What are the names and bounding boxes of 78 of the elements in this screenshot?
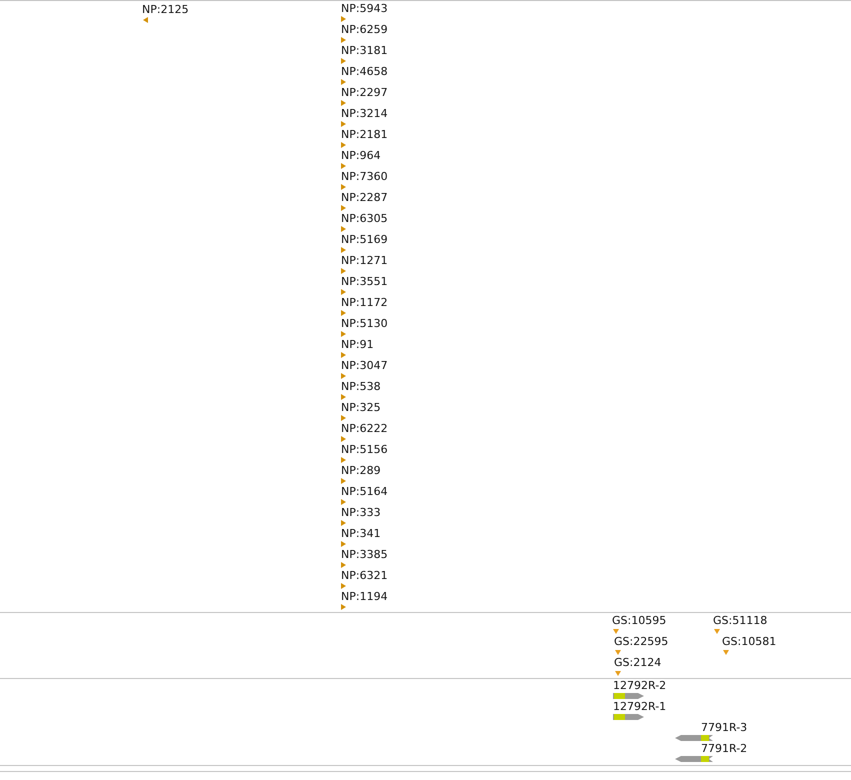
- right-triangle-icon: [341, 100, 346, 106]
- feature-label: NP:2287: [341, 191, 388, 204]
- feature-label: NP:289: [341, 464, 381, 477]
- feature-label: GS:2124: [614, 656, 662, 669]
- feature-label: NP:341: [341, 527, 381, 540]
- feature-label: NP:6321: [341, 569, 388, 582]
- right-triangle-icon: [341, 415, 346, 421]
- right-triangle-icon: [341, 478, 346, 484]
- feature-label: GS:22595: [614, 635, 668, 648]
- feature-label: GS:10595: [612, 614, 666, 627]
- feature-label: NP:6222: [341, 422, 388, 435]
- feature-label: NP:5164: [341, 485, 388, 498]
- feature-label: NP:4658: [341, 65, 388, 78]
- right-triangle-icon: [341, 373, 346, 379]
- right-triangle-icon: [341, 121, 346, 127]
- down-triangle-icon: [723, 650, 729, 655]
- transcript-arrow-icon: [613, 714, 644, 720]
- feature-label: NP:3181: [341, 44, 388, 57]
- feature-label: NP:538: [341, 380, 381, 393]
- feature-label: NP:3385: [341, 548, 388, 561]
- feature-label: 12792R-2: [613, 679, 666, 692]
- right-triangle-icon: [341, 457, 346, 463]
- feature-label: NP:325: [341, 401, 381, 414]
- right-triangle-icon: [341, 436, 346, 442]
- transcript-arrow-icon: [675, 756, 713, 762]
- feature-label: NP:2125: [142, 3, 189, 16]
- feature-label: NP:5130: [341, 317, 388, 330]
- feature-label: NP:3551: [341, 275, 388, 288]
- feature-label: NP:6305: [341, 212, 388, 225]
- feature-label: 7791R-3: [701, 721, 748, 734]
- feature-label: NP:1271: [341, 254, 388, 267]
- feature-label: NP:2181: [341, 128, 388, 141]
- feature-label: NP:1194: [341, 590, 388, 603]
- feature-label: NP:5169: [341, 233, 388, 246]
- feature-label: NP:3214: [341, 107, 388, 120]
- down-triangle-icon: [615, 671, 621, 676]
- feature-label: NP:964: [341, 149, 381, 162]
- right-triangle-icon: [341, 247, 346, 253]
- feature-label: NP:2297: [341, 86, 388, 99]
- right-triangle-icon: [341, 352, 346, 358]
- right-triangle-icon: [341, 184, 346, 190]
- right-triangle-icon: [341, 37, 346, 43]
- right-triangle-icon: [341, 583, 346, 589]
- transcript-arrow-icon: [613, 693, 644, 699]
- right-triangle-icon: [341, 331, 346, 337]
- right-triangle-icon: [341, 79, 346, 85]
- right-triangle-icon: [341, 16, 346, 22]
- feature-label: NP:91: [341, 338, 374, 351]
- right-triangle-icon: [341, 163, 346, 169]
- feature-label: 7791R-2: [701, 742, 748, 755]
- right-triangle-icon: [341, 520, 346, 526]
- right-triangle-icon: [341, 142, 346, 148]
- left-triangle-icon: [143, 17, 148, 23]
- right-triangle-icon: [341, 394, 346, 400]
- feature-label: GS:51118: [713, 614, 768, 627]
- right-triangle-icon: [341, 226, 346, 232]
- transcript-arrow-icon: [675, 735, 713, 741]
- right-triangle-icon: [341, 205, 346, 211]
- feature-label: 12792R-1: [613, 700, 666, 713]
- right-triangle-icon: [341, 604, 346, 610]
- down-triangle-icon: [613, 629, 619, 634]
- right-triangle-icon: [341, 58, 346, 64]
- feature-label: NP:5943: [341, 2, 388, 15]
- right-triangle-icon: [341, 562, 346, 568]
- right-triangle-icon: [341, 499, 346, 505]
- right-triangle-icon: [341, 541, 346, 547]
- feature-label: NP:5156: [341, 443, 388, 456]
- feature-label: GS:10581: [722, 635, 776, 648]
- feature-label: NP:6259: [341, 23, 388, 36]
- right-triangle-icon: [341, 268, 346, 274]
- right-triangle-icon: [341, 310, 346, 316]
- down-triangle-icon: [714, 629, 720, 634]
- feature-label: NP:333: [341, 506, 381, 519]
- feature-label: NP:7360: [341, 170, 388, 183]
- feature-label: NP:3047: [341, 359, 388, 372]
- feature-label: NP:1172: [341, 296, 388, 309]
- down-triangle-icon: [615, 650, 621, 655]
- right-triangle-icon: [341, 289, 346, 295]
